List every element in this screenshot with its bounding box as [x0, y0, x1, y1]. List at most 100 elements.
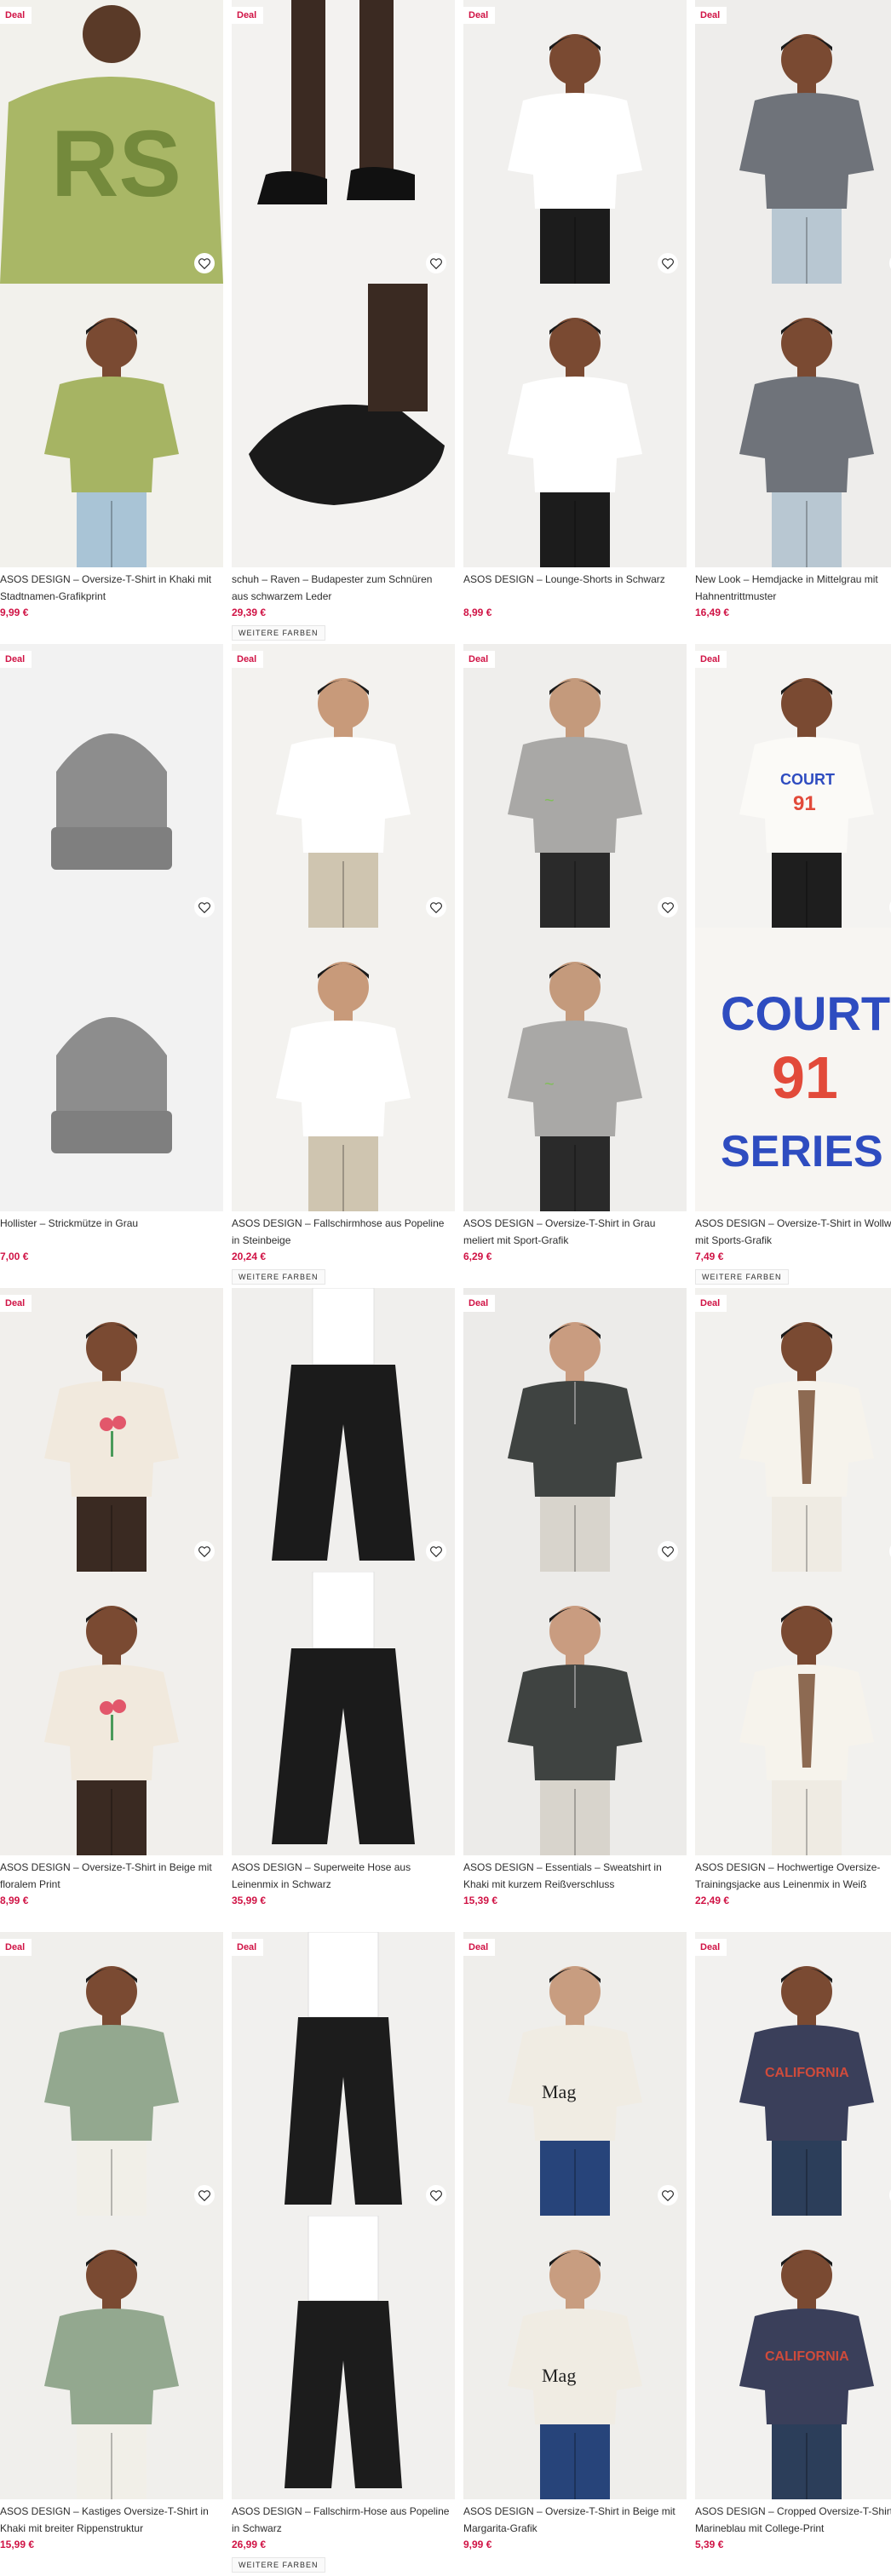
- product-image-alt[interactable]: COURT 91 SERIES: [695, 928, 891, 1211]
- product-image[interactable]: COURT 91 Deal: [695, 644, 891, 928]
- product-title[interactable]: ASOS DESIGN – Oversize-T-Shirt in Khaki …: [0, 571, 223, 605]
- product-title[interactable]: ASOS DESIGN – Superweite Hose aus Leinen…: [232, 1859, 455, 1893]
- heart-icon[interactable]: [658, 1541, 678, 1561]
- heart-icon[interactable]: [658, 2185, 678, 2205]
- product-image[interactable]: Deal: [463, 0, 687, 284]
- product-price: 16,49 €: [695, 607, 730, 618]
- product-title[interactable]: ASOS DESIGN – Hochwertige Oversize-Train…: [695, 1859, 891, 1893]
- product-price: 7,49 €: [695, 1251, 724, 1262]
- product-title[interactable]: ASOS DESIGN – Fallschirmhose aus Popelin…: [232, 1215, 455, 1249]
- product-title[interactable]: ASOS DESIGN – Oversize-T-Shirt in Beige …: [0, 1859, 223, 1893]
- product-image-alt[interactable]: [0, 1572, 223, 1855]
- product-image-alt[interactable]: [232, 1572, 455, 1855]
- product-title[interactable]: New Look – Hemdjacke in Mittelgrau mit H…: [695, 571, 891, 605]
- product-grid: RS Deal ASOS DESIGN – Oversize-T-Shirt i…: [0, 0, 891, 2576]
- product-card[interactable]: Deal ASOS DESIGN – Fallschirm-Hose aus P…: [232, 1932, 455, 2576]
- heart-icon[interactable]: [194, 1541, 215, 1561]
- product-image-alt[interactable]: [695, 1572, 891, 1855]
- more-colors-badge[interactable]: WEITERE FARBEN: [232, 625, 325, 641]
- deal-badge: Deal: [0, 651, 32, 668]
- product-title[interactable]: ASOS DESIGN – Essentials – Sweatshirt in…: [463, 1859, 687, 1893]
- product-image[interactable]: Deal: [0, 644, 223, 928]
- product-card[interactable]: RS Deal ASOS DESIGN – Oversize-T-Shirt i…: [0, 0, 223, 644]
- product-price: 29,39 €: [232, 607, 267, 618]
- product-price: 9,99 €: [463, 2539, 492, 2550]
- product-card[interactable]: CALIFORNIA Deal CALIFORNIA ASOS DESIGN – C…: [695, 1932, 891, 2576]
- svg-text:~: ~: [544, 1075, 555, 1094]
- product-title[interactable]: ASOS DESIGN – Oversize-T-Shirt in Wollwe…: [695, 1215, 891, 1249]
- product-price: 8,99 €: [0, 1895, 29, 1906]
- product-image-alt[interactable]: ~: [463, 928, 687, 1211]
- heart-icon[interactable]: [426, 2185, 446, 2205]
- product-image[interactable]: Deal: [232, 1932, 455, 2216]
- heart-icon[interactable]: [658, 253, 678, 273]
- product-card[interactable]: Deal New Look – Hemdjacke in Mittelgrau …: [695, 0, 891, 644]
- product-card[interactable]: Deal ASOS DESIGN – Fallschirmhose aus Po…: [232, 644, 455, 1288]
- product-price: 9,99 €: [0, 607, 29, 618]
- product-title[interactable]: ASOS DESIGN – Fallschirm-Hose aus Popeli…: [232, 2503, 455, 2537]
- heart-icon[interactable]: [426, 897, 446, 917]
- product-image-alt[interactable]: [695, 284, 891, 567]
- product-title[interactable]: schuh – Raven – Budapester zum Schnüren …: [232, 571, 455, 605]
- product-title[interactable]: ASOS DESIGN – Oversize-T-Shirt in Beige …: [463, 2503, 687, 2537]
- more-colors-badge[interactable]: WEITERE FARBEN: [232, 1269, 325, 1285]
- product-card[interactable]: Deal ASOS DESIGN – Hochwertige Oversize-…: [695, 1288, 891, 1932]
- product-price: 15,39 €: [463, 1895, 498, 1906]
- product-image[interactable]: Deal: [232, 644, 455, 928]
- product-image-alt[interactable]: [0, 928, 223, 1211]
- product-card[interactable]: Deal ASOS DESIGN – Oversize-T-Shirt in B…: [0, 1288, 223, 1932]
- more-colors-badge[interactable]: WEITERE FARBEN: [232, 2557, 325, 2573]
- svg-text:CALIFORNIA: CALIFORNIA: [765, 2349, 849, 2364]
- product-image[interactable]: CALIFORNIA Deal: [695, 1932, 891, 2216]
- deal-badge: Deal: [463, 7, 496, 24]
- product-image-alt[interactable]: Mag: [463, 2216, 687, 2499]
- product-card[interactable]: Deal schuh – Raven – Budapester zum Schn…: [232, 0, 455, 644]
- product-image-alt[interactable]: [232, 928, 455, 1211]
- product-price: 35,99 €: [232, 1895, 267, 1906]
- product-image-alt[interactable]: [0, 284, 223, 567]
- heart-icon[interactable]: [194, 253, 215, 273]
- heart-icon[interactable]: [426, 253, 446, 273]
- product-image[interactable]: [232, 1288, 455, 1572]
- deal-badge: Deal: [232, 7, 264, 24]
- product-title[interactable]: ASOS DESIGN – Kastiges Oversize-T-Shirt …: [0, 2503, 223, 2537]
- product-image-alt[interactable]: [232, 284, 455, 567]
- product-image[interactable]: Mag Deal: [463, 1932, 687, 2216]
- product-card[interactable]: Deal Hollister – Strickmütze in Grau 7,00…: [0, 644, 223, 1288]
- product-image[interactable]: Deal: [232, 0, 455, 284]
- product-title[interactable]: ASOS DESIGN – Oversize-T-Shirt in Grau m…: [463, 1215, 687, 1249]
- product-image[interactable]: Deal: [695, 1288, 891, 1572]
- product-image-alt[interactable]: [232, 2216, 455, 2499]
- product-card[interactable]: COURT 91 Deal COURT 91 SERIES ASOS DESIGN …: [695, 644, 891, 1288]
- product-price: 6,29 €: [463, 1251, 492, 1262]
- more-colors-badge[interactable]: WEITERE FARBEN: [695, 1269, 789, 1285]
- product-title[interactable]: ASOS DESIGN – Cropped Oversize-T-Shirt i…: [695, 2503, 891, 2537]
- product-title[interactable]: ASOS DESIGN – Lounge-Shorts in Schwarz: [463, 571, 687, 605]
- product-image-alt[interactable]: CALIFORNIA: [695, 2216, 891, 2499]
- product-image[interactable]: Deal: [0, 1932, 223, 2216]
- product-image-alt[interactable]: [0, 2216, 223, 2499]
- product-image[interactable]: Deal: [695, 0, 891, 284]
- product-image[interactable]: Deal: [463, 1288, 687, 1572]
- heart-icon[interactable]: [658, 897, 678, 917]
- product-image-alt[interactable]: [463, 284, 687, 567]
- product-card[interactable]: Deal ASOS DESIGN – Essentials – Sweatshi…: [463, 1288, 687, 1932]
- product-card[interactable]: Deal ASOS DESIGN – Lounge-Shorts in Schw…: [463, 0, 687, 644]
- product-price: 26,99 €: [232, 2539, 267, 2550]
- product-image[interactable]: ~ Deal: [463, 644, 687, 928]
- heart-icon[interactable]: [194, 2185, 215, 2205]
- heart-icon[interactable]: [426, 1541, 446, 1561]
- svg-text:SERIES: SERIES: [721, 1127, 883, 1176]
- product-card[interactable]: ASOS DESIGN – Superweite Hose aus Leinen…: [232, 1288, 455, 1932]
- deal-badge: Deal: [695, 1295, 727, 1312]
- deal-badge: Deal: [463, 651, 496, 668]
- product-image-alt[interactable]: [463, 1572, 687, 1855]
- svg-text:91: 91: [772, 1044, 838, 1111]
- product-image[interactable]: RS Deal: [0, 0, 223, 284]
- product-image[interactable]: Deal: [0, 1288, 223, 1572]
- product-card[interactable]: ~ Deal ~ ASOS DESIGN – Oversize-T-Shirt in…: [463, 644, 687, 1288]
- product-card[interactable]: Mag Deal Mag ASOS DESIGN – Oversize-T-Shir…: [463, 1932, 687, 2576]
- heart-icon[interactable]: [194, 897, 215, 917]
- product-card[interactable]: Deal ASOS DESIGN – Kastiges Oversize-T-S…: [0, 1932, 223, 2576]
- product-title[interactable]: Hollister – Strickmütze in Grau: [0, 1215, 223, 1249]
